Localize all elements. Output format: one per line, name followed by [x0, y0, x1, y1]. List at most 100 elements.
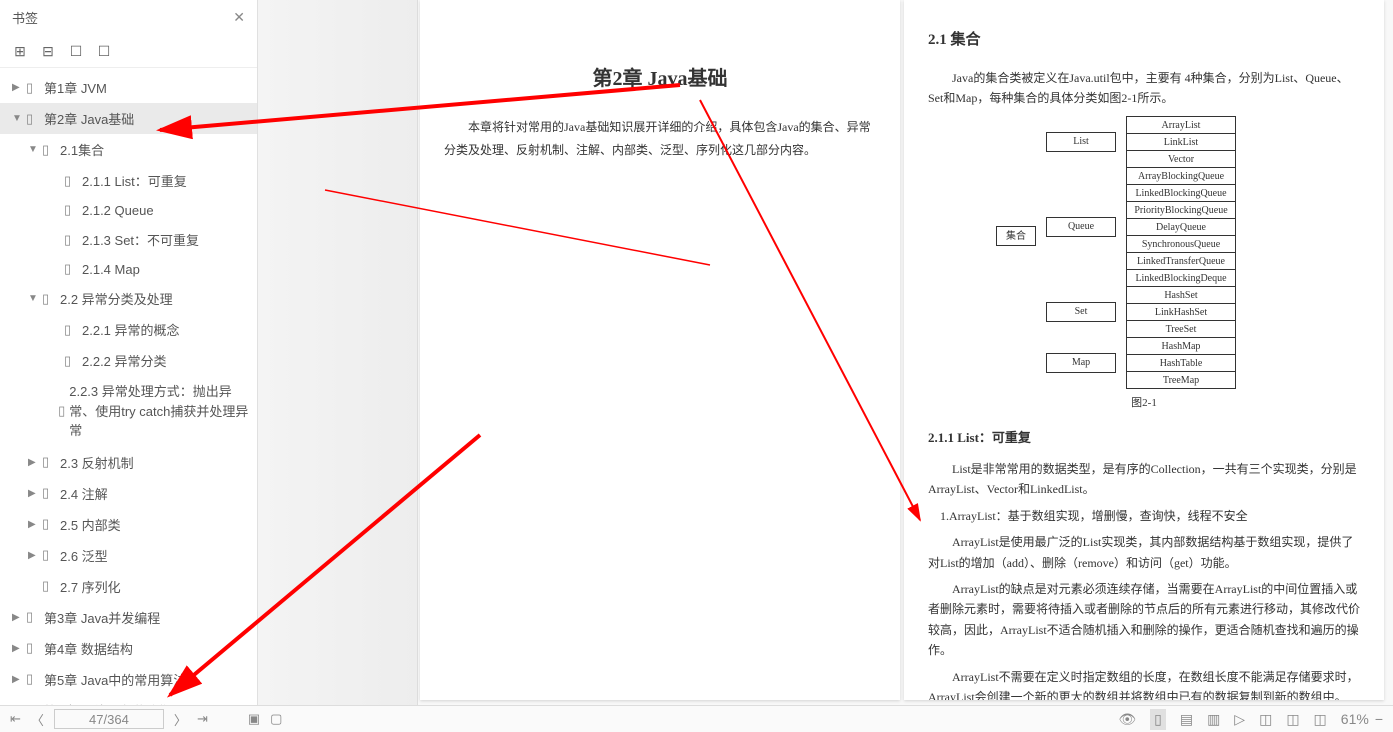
tree-arrow-icon[interactable]: ▶ [12, 82, 24, 93]
eye-icon[interactable]: 👁 [1118, 711, 1136, 728]
prev-page-icon[interactable]: 〈 [31, 710, 44, 729]
bookmark-label: 第5章 Java中的常用算法 [44, 670, 186, 689]
bookmark-item[interactable]: ▯2.1.1 List：可重复 [0, 165, 257, 196]
diagram-item: DelayQueue [1126, 218, 1236, 236]
bookmark-glyph-icon: ▯ [42, 578, 56, 594]
chapter-title: 第2章 Java基础 [444, 60, 876, 98]
bookmark-label: 2.1集合 [60, 140, 104, 159]
bookmark-item[interactable]: ▯2.1.4 Map [0, 255, 257, 283]
layout3-icon[interactable]: ◫ [1314, 711, 1327, 728]
next-page-icon[interactable]: 〉 [174, 710, 187, 729]
bookmark-glyph-icon: ▯ [26, 111, 40, 127]
fit-page-icon[interactable]: ▣ [248, 711, 260, 727]
diagram-items: ArrayListLinkListVector [1126, 116, 1236, 167]
single-page-icon[interactable]: ▯ [1150, 709, 1166, 730]
bookmark-item[interactable]: ▶▯第1章 JVM [0, 72, 257, 103]
bookmark-item[interactable]: ▯2.1.3 Set：不可重复 [0, 224, 257, 255]
bookmark-glyph-icon: ▯ [64, 353, 78, 369]
bookmark-item[interactable]: ▯2.7 序列化 [0, 571, 257, 602]
layout2-icon[interactable]: ◫ [1286, 711, 1299, 728]
fit-width-icon[interactable]: ▢ [270, 711, 282, 727]
diagram-group: List ArrayListLinkListVector [996, 116, 1292, 167]
tree-arrow-icon[interactable]: ▼ [28, 293, 40, 304]
diagram-item: LinkedBlockingDeque [1126, 269, 1236, 287]
bookmark-glyph-icon: ▯ [42, 454, 56, 470]
bookmark-glyph-icon: ▯ [64, 173, 78, 189]
bookmark-item[interactable]: ▼▯2.2 异常分类及处理 [0, 283, 257, 314]
close-icon[interactable]: ✕ [233, 9, 245, 26]
tree-arrow-icon[interactable]: ▶ [12, 674, 24, 685]
bookmark-item[interactable]: ▶▯第3章 Java并发编程 [0, 602, 257, 633]
diagram-items: ArrayBlockingQueueLinkedBlockingQueuePri… [1126, 167, 1236, 286]
bookmark-glyph-icon: ▯ [42, 291, 56, 307]
continuous-icon[interactable]: ▤ [1180, 711, 1193, 728]
diagram-item: HashMap [1126, 337, 1236, 355]
last-page-icon[interactable]: ⇥ [197, 711, 208, 727]
bookmark-item[interactable]: ▶▯第6章 网络与负载均衡 [0, 695, 257, 706]
bookmarks-sidebar: 书签 ✕ ⊞ ⊟ ☐ ☐ ▶▯第1章 JVM▼▯第2章 Java基础▼▯2.1集… [0, 0, 258, 705]
bookmark-label: 2.2.2 异常分类 [82, 351, 167, 370]
bookmark-item[interactable]: ▶▯2.3 反射机制 [0, 447, 257, 478]
bookmark-outline-icon[interactable]: ☐ [96, 43, 112, 59]
body-text: ArrayList的缺点是对元素必须连续存储，当需要在ArrayList的中间位… [928, 579, 1360, 661]
bookmark-label: 2.1.1 List：可重复 [82, 171, 187, 190]
page-gutter [258, 0, 418, 705]
collection-diagram: 集合ListArrayListLinkListVectorQueueArrayB… [996, 116, 1292, 388]
diagram-group: SetHashSetLinkHashSetTreeSet [996, 286, 1292, 337]
tree-arrow-icon[interactable]: ▶ [12, 643, 24, 654]
bookmark-glyph-icon: ▯ [26, 640, 40, 656]
zoom-control[interactable]: 61% − [1341, 711, 1383, 727]
section-title: 2.1 集合 [928, 28, 1360, 54]
zoom-value: 61% [1341, 711, 1369, 727]
bookmark-label: 2.3 反射机制 [60, 453, 134, 472]
page-nav: ⇤ 〈 47 /364 〉 ⇥ ▣ ▢ [10, 709, 282, 729]
sidebar-toolbar: ⊞ ⊟ ☐ ☐ [0, 35, 257, 68]
tree-arrow-icon[interactable]: ▶ [28, 457, 40, 468]
bookmark-label: 2.7 序列化 [60, 577, 121, 596]
diagram-item: SynchronousQueue [1126, 235, 1236, 253]
diagram-item: HashTable [1126, 354, 1236, 372]
tree-arrow-icon[interactable]: ▶ [28, 519, 40, 530]
bookmark-icon[interactable]: ☐ [68, 43, 84, 59]
bookmark-glyph-icon: ▯ [26, 671, 40, 687]
bookmark-glyph-icon: ▯ [64, 322, 78, 338]
bookmark-label: 2.2.1 异常的概念 [82, 320, 180, 339]
page-right: 2.1 集合 Java的集合类被定义在Java.util包中，主要有 4种集合，… [904, 0, 1384, 700]
total-pages: /364 [104, 712, 129, 727]
bookmark-label: 2.1.3 Set：不可重复 [82, 230, 199, 249]
play-icon[interactable]: ▷ [1234, 711, 1245, 728]
two-page-icon[interactable]: ▥ [1207, 711, 1220, 728]
tree-arrow-icon[interactable]: ▶ [28, 550, 40, 561]
bookmark-item[interactable]: ▶▯2.5 内部类 [0, 509, 257, 540]
bookmark-glyph-icon: ▯ [42, 516, 56, 532]
bookmark-item[interactable]: ▼▯第2章 Java基础 [0, 103, 257, 134]
first-page-icon[interactable]: ⇤ [10, 711, 21, 727]
expand-all-icon[interactable]: ⊞ [12, 43, 28, 59]
tree-arrow-icon[interactable]: ▼ [12, 113, 24, 124]
bookmark-item[interactable]: ▯2.1.2 Queue [0, 196, 257, 224]
bookmark-item[interactable]: ▯2.2.3 异常处理方式：抛出异常、使用try catch捕获并处理异常 [0, 376, 257, 447]
diagram-items: HashSetLinkHashSetTreeSet [1126, 286, 1236, 337]
diagram-item: Vector [1126, 150, 1236, 168]
zoom-out-icon[interactable]: − [1375, 711, 1383, 727]
bookmark-item[interactable]: ▯2.2.2 异常分类 [0, 345, 257, 376]
bookmark-glyph-icon: ▯ [26, 609, 40, 625]
bookmark-item[interactable]: ▼▯2.1集合 [0, 134, 257, 165]
bookmark-item[interactable]: ▶▯第4章 数据结构 [0, 633, 257, 664]
bookmark-tree[interactable]: ▶▯第1章 JVM▼▯第2章 Java基础▼▯2.1集合▯2.1.1 List：… [0, 68, 257, 705]
chapter-intro: 本章将针对常用的Java基础知识展开详细的介绍，具体包含Java的集合、异常分类… [444, 116, 876, 162]
bookmark-item[interactable]: ▯2.2.1 异常的概念 [0, 314, 257, 345]
tree-arrow-icon[interactable]: ▼ [28, 144, 40, 155]
page-number-input[interactable]: 47 /364 [54, 709, 164, 729]
bookmark-label: 第1章 JVM [44, 78, 107, 97]
bookmark-item[interactable]: ▶▯第5章 Java中的常用算法 [0, 664, 257, 695]
tree-arrow-icon[interactable]: ▶ [12, 612, 24, 623]
bookmark-item[interactable]: ▶▯2.6 泛型 [0, 540, 257, 571]
collapse-all-icon[interactable]: ⊟ [40, 43, 56, 59]
diagram-group: MapHashMapHashTableTreeMap [996, 337, 1292, 388]
tree-arrow-icon[interactable]: ▶ [28, 488, 40, 499]
bookmark-item[interactable]: ▶▯2.4 注解 [0, 478, 257, 509]
layout1-icon[interactable]: ◫ [1259, 711, 1272, 728]
diagram-category: List [1046, 132, 1116, 152]
bottom-toolbar: ⇤ 〈 47 /364 〉 ⇥ ▣ ▢ 👁 ▯ ▤ ▥ ▷ ◫ ◫ ◫ 61% … [0, 705, 1393, 732]
